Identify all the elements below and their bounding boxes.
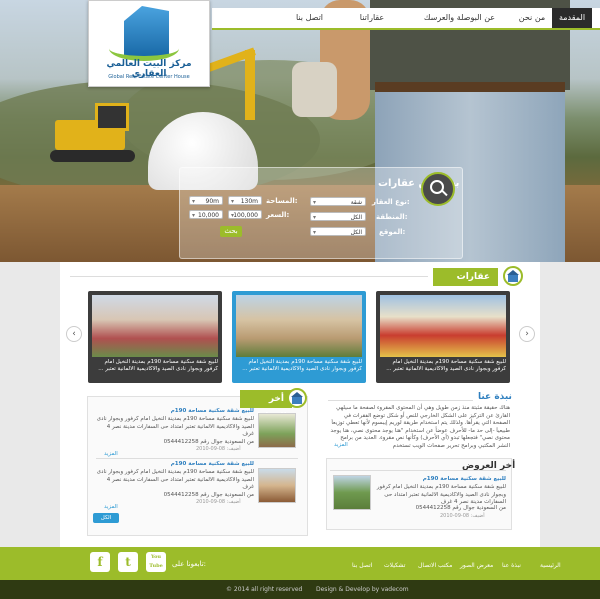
featured-card[interactable]: للبيع شقة سكنية مساحة 190م بمدينة النخيل… [376, 291, 510, 383]
footer-link-office[interactable]: مكتب الاتصال [418, 562, 452, 569]
excavator-arm [245, 50, 255, 120]
next-arrow-button[interactable]: › [519, 326, 535, 342]
item-divider [96, 458, 298, 459]
featured-card[interactable]: للبيع شقة سكنية مساحة 190م بمدينة النخيل… [232, 291, 366, 383]
latest-item-text: للبيع شقة سكنية مساحة 190م بمدينة النخيل… [96, 416, 254, 437]
copyright: © 2014 all right reserved [226, 586, 303, 593]
latest-item-title[interactable]: للبيع شقة سكنية مساحة 190م [170, 461, 254, 469]
section-divider [328, 400, 473, 401]
credit: Design & Develop by vadecom [316, 586, 409, 593]
area-select[interactable]: الكل [310, 212, 366, 222]
house-icon [503, 266, 523, 286]
youtube-icon-label: You Tube [149, 554, 163, 569]
nav-underline [212, 28, 600, 30]
price-to-select[interactable]: 10,000 [189, 210, 223, 220]
space-to-select[interactable]: 90m [189, 196, 223, 206]
more-link[interactable]: المزيد [104, 504, 118, 510]
search-icon [421, 172, 455, 206]
featured-card-text: للبيع شقة سكنية مساحة 190م بمدينة النخيل… [242, 359, 362, 372]
nav-item-properties[interactable]: عقاراتنا [342, 8, 402, 28]
location-select[interactable]: الكل [310, 227, 366, 237]
offer-item-phone: من السعودية جوال رقم 0544412258 [415, 505, 506, 511]
latest-item-text: للبيع شقة سكنية مساحة 190م بمدينة النخيل… [96, 469, 254, 490]
location-label: الموقع: [379, 228, 406, 236]
property-thumbnail[interactable] [258, 413, 296, 448]
nav-item-contact[interactable]: اتصل بنا [282, 8, 337, 28]
facebook-icon[interactable]: f [90, 552, 110, 572]
house-icon [287, 388, 307, 408]
logo-english: Global Real Estate Center House [108, 74, 190, 80]
featured-title: عقارات مميزة [433, 268, 498, 300]
nav-item-compass[interactable]: عن البوصلة والعرسك [412, 8, 507, 28]
area-label: المنطقة: [376, 213, 408, 221]
offer-thumbnail[interactable] [333, 475, 371, 510]
price-label: السعر: [266, 211, 290, 219]
latest-item-title[interactable]: للبيع شقة سكنية مساحة 190م [170, 408, 254, 416]
view-all-button[interactable]: الكل [93, 513, 119, 523]
footer-link-about[interactable]: نبذة عنا [502, 562, 521, 569]
type-select[interactable]: شقة [310, 197, 366, 207]
nav-item-about[interactable]: من نحن [512, 8, 552, 28]
type-label: نوع العقار: [372, 198, 410, 206]
offer-item-title[interactable]: للبيع شقة سكنية مساحة 190م [372, 476, 506, 484]
property-image [380, 295, 506, 357]
latest-item-date: 2010-09-08 :أضيف [196, 499, 241, 505]
more-link[interactable]: المزيد [104, 451, 118, 457]
property-thumbnail[interactable] [258, 468, 296, 503]
site-logo[interactable]: مركز البيت العالمي العقاري Global Real E… [88, 0, 210, 87]
latest-item-date: 2010-09-08 :أضيف [196, 446, 241, 452]
follow-label: تابعونا على: [172, 560, 207, 568]
nav-item-home[interactable]: المقدمة [552, 8, 592, 28]
footer-link-home[interactable]: الرئيسية [540, 562, 561, 569]
offer-item-text: للبيع شقة سكنية مساحة 190م بمدينة النخيل… [376, 484, 506, 505]
about-more-link[interactable]: المزيد [334, 442, 348, 448]
prev-arrow-button[interactable]: ‹ [66, 326, 82, 342]
footer-link-formations[interactable]: تشكيلات [384, 562, 405, 569]
space-from-select[interactable]: 130m [228, 196, 262, 206]
footer-link-gallery[interactable]: معرض الصور [460, 562, 493, 569]
about-title: نبذة عنا [478, 392, 512, 402]
latest-title: أخر العقارات [240, 390, 292, 422]
section-divider [70, 276, 428, 277]
featured-card-text: للبيع شقة سكنية مساحة 190م بمدينة النخيل… [386, 359, 506, 372]
space-label: المساحة: [266, 197, 298, 205]
price-from-select[interactable]: 100,000 [228, 210, 262, 220]
property-image [236, 295, 362, 357]
glove-image [292, 62, 337, 117]
featured-card-text: للبيع شقة سكنية مساحة 190م بمدينة النخيل… [98, 359, 218, 372]
logo-swoosh [109, 36, 179, 61]
youtube-icon[interactable]: You Tube [146, 552, 166, 572]
about-text: هناك حقيقة مثبتة منذ زمن طويل وهي أن الم… [330, 405, 510, 449]
property-image [92, 295, 218, 357]
footer-link-contact[interactable]: اتصل بنا [352, 562, 372, 569]
twitter-icon[interactable]: t [118, 552, 138, 572]
offer-item-date: 2010-09-08 :أضيف [440, 513, 485, 519]
search-button[interactable]: بحث [220, 226, 242, 237]
main-nav: المقدمة من نحن عن البوصلة والعرسك عقارات… [212, 8, 600, 28]
section-divider [330, 470, 506, 471]
featured-card[interactable]: للبيع شقة سكنية مساحة 190م بمدينة النخيل… [88, 291, 222, 383]
